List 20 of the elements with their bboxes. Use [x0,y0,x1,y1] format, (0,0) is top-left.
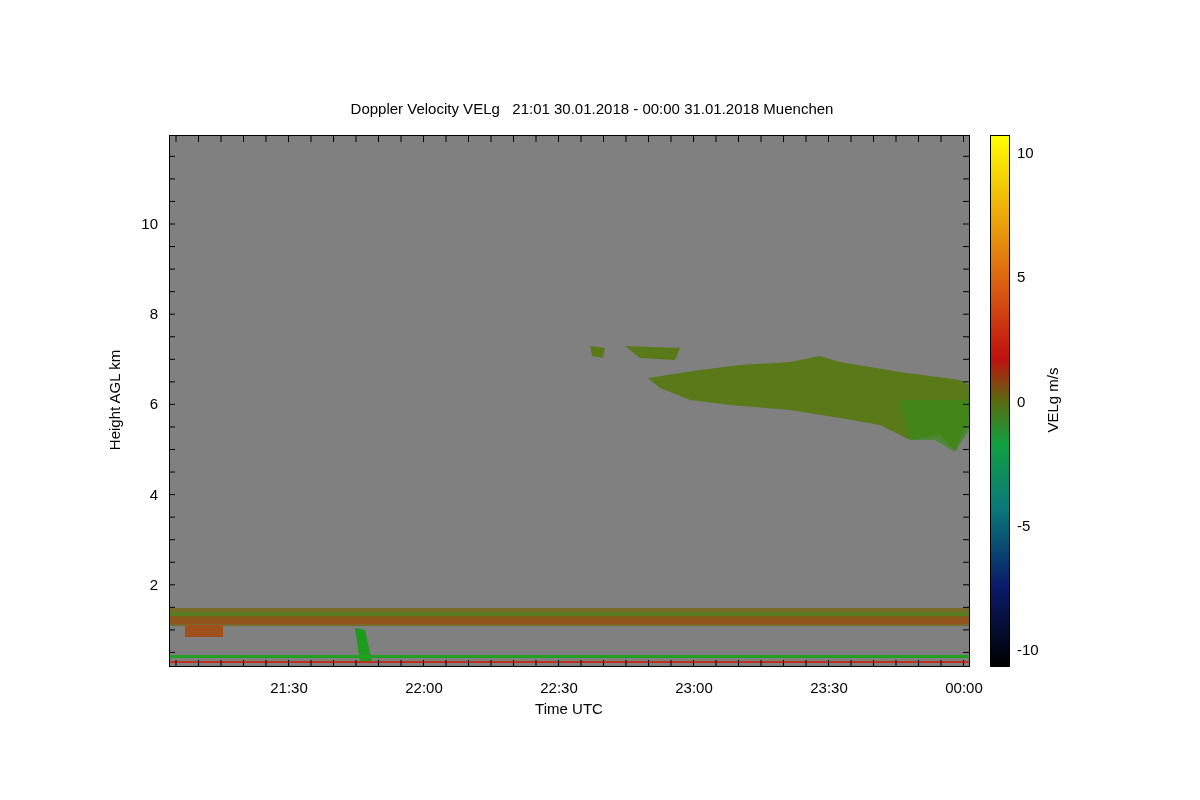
y-tick-label: 10 [141,215,158,232]
x-tick-label: 00:00 [945,679,983,696]
chart-title: Doppler Velocity VELg 21:01 30.01.2018 - 00:00 31.01.2018 Muenchen [350,100,834,117]
x-tick-label: 23:30 [810,679,848,696]
y-tick-label: 4 [149,485,158,503]
y-axis-label: Height AGL km [106,349,123,451]
colorbar-tick-label: -5 [1017,516,1031,534]
colorbar-tick-label: 0 [1017,392,1026,410]
x-tick-label: 23:00 [675,679,713,696]
y-tick-label: 8 [149,305,158,323]
y-tick-label: 6 [149,395,158,413]
x-axis-label: Time UTC [535,700,603,717]
colorbar-tick-label: 5 [1017,268,1026,286]
colorbar-tick-label: 10 [1017,144,1034,161]
x-tick-label: 22:30 [540,679,578,696]
x-tick-label: 21:30 [270,679,308,696]
y-tick-label: 2 [149,575,158,593]
colorbar-label: VELg m/s [1044,367,1061,433]
x-tick-label: 22:00 [405,679,443,696]
colorbar-tick-label: -10 [1017,641,1039,659]
